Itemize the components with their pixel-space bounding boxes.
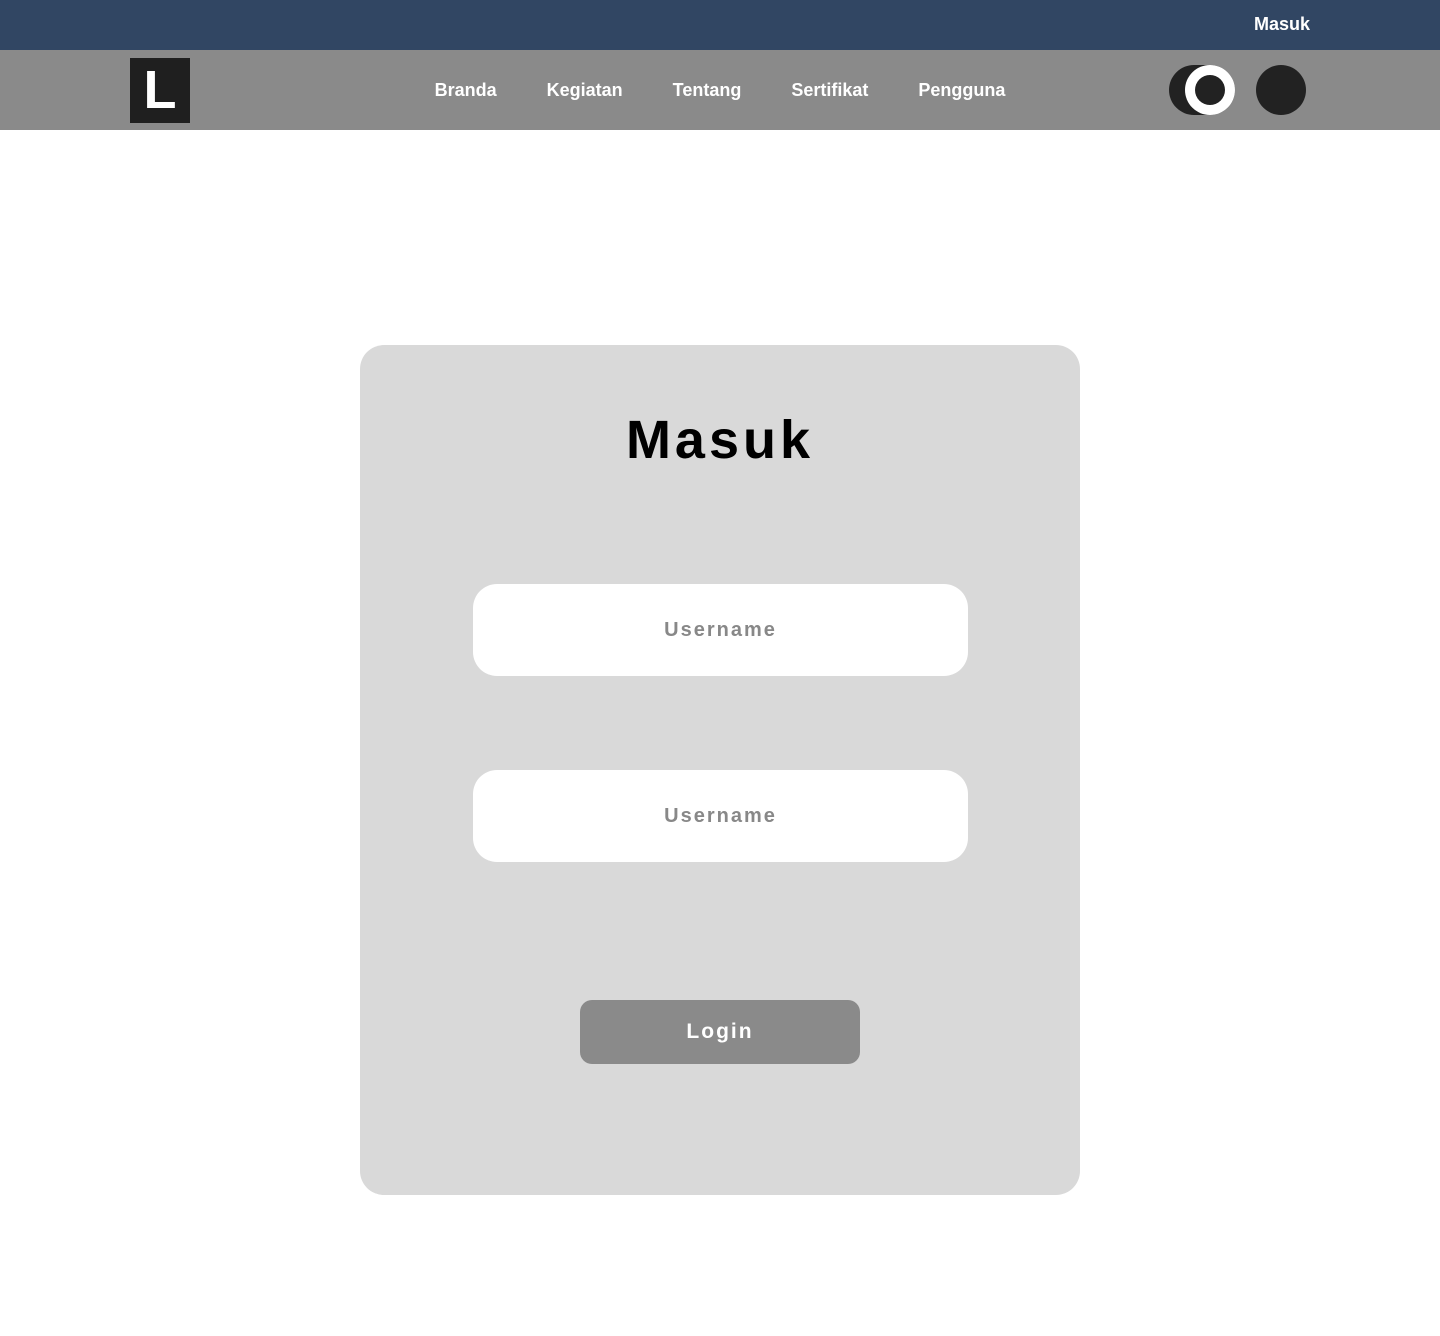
username-input[interactable]	[473, 584, 968, 676]
toggle-icon	[1169, 65, 1235, 115]
nav-item-kegiatan[interactable]: Kegiatan	[547, 80, 623, 101]
login-link[interactable]: Masuk	[1254, 14, 1310, 35]
navigation-bar: L Branda Kegiatan Tentang Sertifikat Pen…	[0, 50, 1440, 130]
login-card: Masuk Login	[360, 345, 1080, 1195]
password-input[interactable]	[473, 770, 968, 862]
nav-item-pengguna[interactable]: Pengguna	[918, 80, 1005, 101]
login-button[interactable]: Login	[580, 1000, 860, 1064]
nav-item-branda[interactable]: Branda	[435, 80, 497, 101]
avatar-icon[interactable]	[1256, 65, 1306, 115]
top-bar: Masuk	[0, 0, 1440, 50]
login-title: Masuk	[625, 410, 815, 470]
nav-item-sertifikat[interactable]: Sertifikat	[791, 80, 868, 101]
nav-item-tentang[interactable]: Tentang	[673, 80, 742, 101]
theme-toggle[interactable]	[1169, 65, 1235, 115]
